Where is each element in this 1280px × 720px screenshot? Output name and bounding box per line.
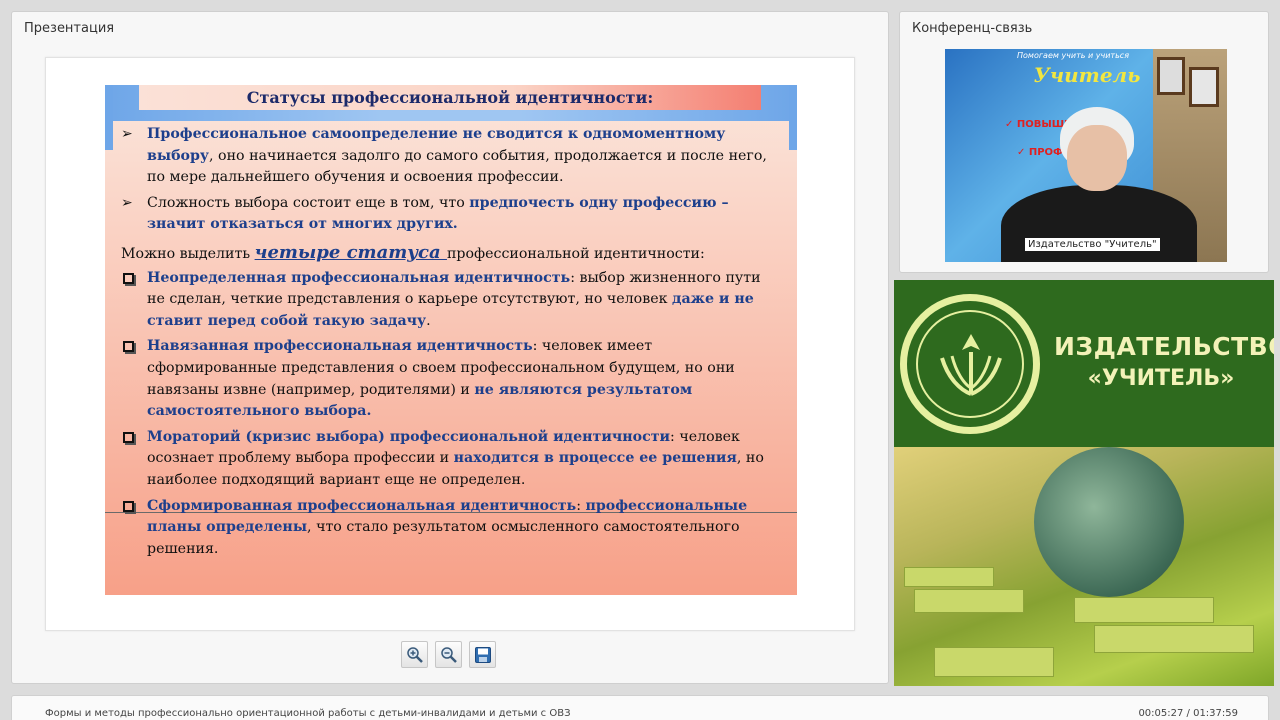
footer-bar: Формы и методы профессионально ориентаци… [11, 695, 1269, 720]
slide-highlight: Навязанная профессиональная идентичность [147, 338, 533, 355]
slide-status-3: Мораторий (кризис выбора) профессиональн… [121, 427, 781, 492]
slide-text: , оно начинается задолго до самого событ… [147, 147, 767, 186]
slide: Статусы профессиональной идентичности: ➢… [105, 85, 797, 595]
backdrop-slogan: Помогаем учить и учиться [1017, 51, 1130, 60]
presentation-toolbar [401, 641, 496, 668]
slide-highlight: находится в процессе ее решения [453, 450, 737, 467]
arrow-bullet-icon: ➢ [121, 194, 133, 211]
slide-decor-left [105, 85, 113, 150]
conference-panel: Конференц-связь Помогаем учить и учиться… [899, 11, 1269, 273]
square-bullet-icon [123, 272, 134, 284]
slide-paragraph-3: Можно выделить четыре статуса профессион… [121, 242, 781, 266]
book-logo-icon [940, 334, 1002, 396]
arrow-bullet-icon: ➢ [121, 126, 133, 142]
square-bullet-icon [123, 341, 134, 353]
conference-panel-title: Конференц-связь [912, 21, 1033, 36]
banner-image [894, 447, 1274, 686]
slide-heading: Статусы профессиональной идентичности: [139, 85, 761, 110]
publisher-name-line2: «УЧИТЕЛЬ» [1087, 366, 1235, 391]
slide-highlight: Неопределенная профессиональная идентичн… [147, 269, 571, 286]
slide-text: профессиональной идентичности: [446, 245, 705, 262]
slide-highlight: Мораторий (кризис выбора) профессиональн… [147, 428, 671, 445]
book-illustration [914, 589, 1024, 613]
speaker-face [1067, 125, 1127, 191]
presentation-panel: Презентация Статусы профессиональной иде… [11, 11, 889, 684]
webcam-video[interactable]: Помогаем учить и учиться Учитель ✓ ПОВЫШ… [945, 49, 1227, 262]
book-illustration [1074, 597, 1214, 623]
globe-illustration [1034, 447, 1184, 597]
presentation-panel-title: Презентация [24, 21, 115, 36]
zoom-out-button[interactable] [435, 641, 462, 668]
video-participant-label: Издательство "Учитель" [1025, 238, 1160, 251]
playback-time: 00:05:27 / 01:37:59 [1138, 708, 1238, 719]
save-icon [474, 646, 491, 663]
wall-frame [1189, 67, 1219, 107]
book-illustration [1094, 625, 1254, 653]
slide-paragraph-2: ➢ Сложность выбора состоит еще в том, чт… [121, 193, 781, 236]
zoom-in-button[interactable] [401, 641, 428, 668]
webinar-title: Формы и методы профессионально ориентаци… [45, 708, 571, 719]
backdrop-logo-text: Учитель [1033, 63, 1141, 87]
slide-text: Можно выделить [121, 245, 255, 262]
zoom-in-icon [406, 646, 423, 663]
publisher-banner: ИЗДАТЕЛЬСТВО «УЧИТЕЛЬ» [894, 280, 1274, 686]
book-illustration [904, 567, 994, 587]
slide-status-2: Навязанная профессиональная идентичность… [121, 336, 781, 422]
slide-paragraph-1: ➢ Профессиональное самоопределение не св… [121, 124, 781, 189]
slide-emphasis: четыре статуса [254, 241, 447, 263]
banner-top: ИЗДАТЕЛЬСТВО «УЧИТЕЛЬ» [894, 280, 1274, 447]
wall-frame [1157, 57, 1185, 95]
slide-text: Сложность выбора состоит еще в том, что [147, 194, 470, 211]
slide-decor-right [789, 85, 797, 150]
book-illustration [934, 647, 1054, 677]
square-bullet-icon [123, 500, 134, 512]
publisher-name-line1: ИЗДАТЕЛЬСТВО [1054, 332, 1274, 361]
slide-body: ➢ Профессиональное самоопределение не св… [113, 121, 789, 595]
slide-status-4: Сформированная профессиональная идентичн… [121, 496, 781, 561]
slide-viewport: Статусы профессиональной идентичности: ➢… [45, 57, 855, 631]
square-bullet-icon [123, 431, 134, 443]
slide-highlight: Сформированная профессиональная идентичн… [147, 497, 577, 514]
slide-text: . [426, 312, 431, 329]
save-button[interactable] [469, 641, 496, 668]
zoom-out-icon [440, 646, 457, 663]
slide-status-1: Неопределенная профессиональная идентичн… [121, 268, 781, 333]
